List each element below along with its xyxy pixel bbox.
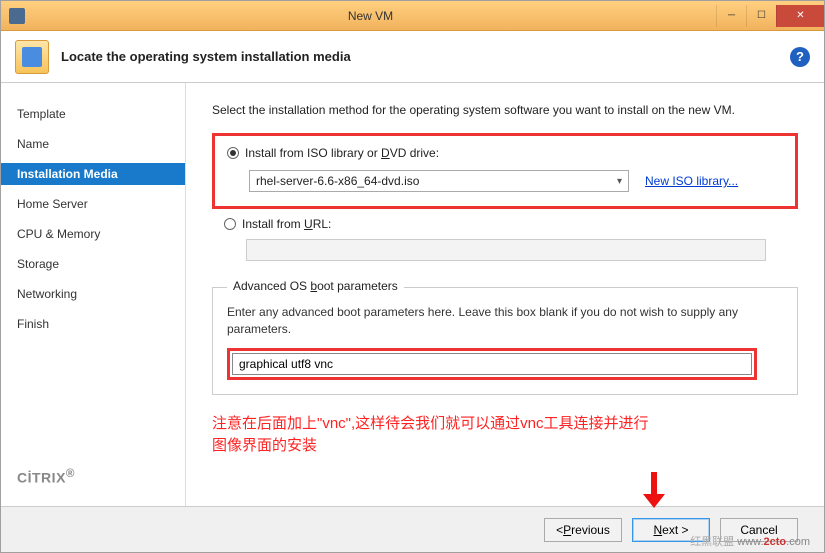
iso-selected-value: rhel-server-6.6-x86_64-dvd.iso xyxy=(256,174,419,188)
annotation-arrow-icon xyxy=(639,472,669,510)
wizard-footer: < Previous Next > Cancel 红黑联盟 www.2cto.c… xyxy=(1,506,824,552)
sidebar-item-installation-media[interactable]: Installation Media xyxy=(1,163,185,185)
citrix-logo: CİTRIX® xyxy=(1,459,185,506)
iso-row: rhel-server-6.6-x86_64-dvd.iso ▾ New ISO… xyxy=(227,170,783,192)
radio-label: Install from ISO library or DVD drive: xyxy=(245,146,439,160)
window-title: New VM xyxy=(25,9,716,23)
radio-label: Install from URL: xyxy=(242,217,331,231)
boot-parameters-input[interactable] xyxy=(232,353,752,375)
annotation-text: 注意在后面加上"vnc",这样待会我们就可以通过vnc工具连接并进行 图像界面的… xyxy=(212,413,798,458)
wizard-icon xyxy=(15,40,49,74)
titlebar: New VM ─ ☐ ✕ xyxy=(1,1,824,31)
close-button[interactable]: ✕ xyxy=(776,5,824,27)
watermark: 红黑联盟 www.2cto.com xyxy=(690,533,810,549)
maximize-button[interactable]: ☐ xyxy=(746,5,776,27)
sidebar-item-template[interactable]: Template xyxy=(1,103,185,125)
iso-option-highlight: Install from ISO library or DVD drive: r… xyxy=(212,133,798,209)
sidebar-item-home-server[interactable]: Home Server xyxy=(1,193,185,215)
previous-button[interactable]: < Previous xyxy=(544,518,622,542)
install-from-url-radio[interactable]: Install from URL: xyxy=(224,217,798,231)
iso-dropdown[interactable]: rhel-server-6.6-x86_64-dvd.iso ▾ xyxy=(249,170,629,192)
radio-icon xyxy=(227,147,239,159)
wizard-steps-sidebar: Template Name Installation Media Home Se… xyxy=(1,83,186,506)
fieldset-legend: Advanced OS boot parameters xyxy=(227,279,404,293)
wizard-header: Locate the operating system installation… xyxy=(1,31,824,83)
minimize-button[interactable]: ─ xyxy=(716,5,746,27)
advanced-boot-fieldset: Advanced OS boot parameters Enter any ad… xyxy=(212,287,798,395)
window-controls: ─ ☐ ✕ xyxy=(716,5,824,27)
wizard-body: Template Name Installation Media Home Se… xyxy=(1,83,824,506)
install-from-iso-radio[interactable]: Install from ISO library or DVD drive: xyxy=(227,146,783,160)
boot-input-highlight xyxy=(227,348,757,380)
new-iso-library-link[interactable]: New ISO library... xyxy=(645,174,738,188)
app-icon xyxy=(9,8,25,24)
chevron-down-icon: ▾ xyxy=(617,176,622,187)
fieldset-description: Enter any advanced boot parameters here.… xyxy=(227,304,783,338)
wizard-content: Select the installation method for the o… xyxy=(186,83,824,506)
sidebar-item-finish[interactable]: Finish xyxy=(1,313,185,335)
sidebar-item-cpu-memory[interactable]: CPU & Memory xyxy=(1,223,185,245)
sidebar-item-name[interactable]: Name xyxy=(1,133,185,155)
sidebar-item-networking[interactable]: Networking xyxy=(1,283,185,305)
page-instruction: Select the installation method for the o… xyxy=(212,103,798,117)
help-icon[interactable]: ? xyxy=(790,47,810,67)
sidebar-item-storage[interactable]: Storage xyxy=(1,253,185,275)
radio-icon xyxy=(224,218,236,230)
url-input[interactable] xyxy=(246,239,766,261)
page-title: Locate the operating system installation… xyxy=(61,49,778,64)
